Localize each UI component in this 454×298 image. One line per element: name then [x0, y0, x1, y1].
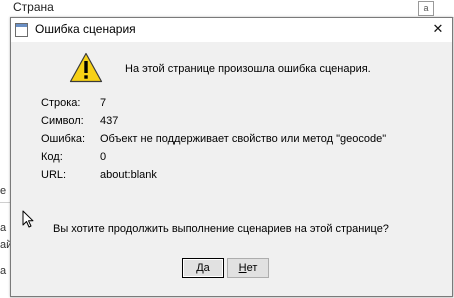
background-field-label: Страна — [13, 0, 54, 14]
yes-mnemonic: Д — [196, 262, 204, 274]
background-fragment: а — [0, 265, 7, 277]
no-mnemonic: Н — [238, 262, 247, 274]
url-label: URL: — [41, 169, 67, 181]
yes-button[interactable]: Да — [182, 258, 224, 278]
background-fragment: а — [0, 222, 7, 234]
error-value: Объект не поддерживает свойство или мето… — [100, 133, 387, 145]
dialog-title: Ошибка сценария — [35, 22, 136, 36]
background-page-header: Страна a — [0, 0, 454, 18]
background-fragment: е — [0, 185, 7, 197]
continue-question: Вы хотите продолжить выполнение сценарие… — [53, 223, 389, 235]
error-label: Ошибка: — [41, 133, 86, 145]
close-icon[interactable]: ✕ — [430, 21, 446, 37]
line-label: Строка: — [41, 97, 81, 109]
background-page-left: е а ай а — [0, 17, 12, 298]
url-value: about:blank — [100, 169, 157, 181]
line-value: 7 — [100, 97, 107, 109]
window-icon — [15, 23, 28, 37]
script-error-dialog: Ошибка сценария ✕ На этой странице произ… — [10, 17, 453, 297]
warning-icon — [69, 52, 103, 83]
error-headline: На этой странице произошла ошибка сценар… — [125, 63, 371, 75]
no-label-rest: ет — [246, 262, 258, 274]
code-label: Код: — [41, 151, 63, 163]
mouse-pointer-icon — [22, 210, 34, 228]
no-button[interactable]: Нет — [227, 258, 269, 278]
char-value: 437 — [100, 115, 119, 127]
background-field-button[interactable]: a — [418, 1, 434, 16]
char-label: Символ: — [41, 115, 84, 127]
yes-label-rest: а — [203, 262, 210, 274]
code-value: 0 — [100, 151, 107, 163]
background-divider — [0, 202, 10, 203]
dialog-titlebar[interactable]: Ошибка сценария ✕ — [11, 18, 452, 42]
